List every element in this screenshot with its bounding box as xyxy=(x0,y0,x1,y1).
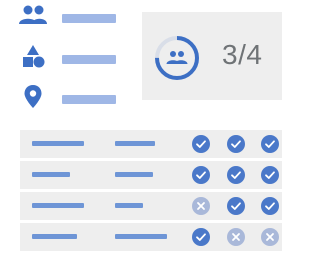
row-text-bar xyxy=(32,141,84,146)
legend-bar-location xyxy=(62,95,116,104)
people-icon xyxy=(18,4,48,30)
legend-bar-shapes xyxy=(62,55,116,64)
check-circle-icon xyxy=(192,228,210,246)
check-circle-icon xyxy=(261,197,279,215)
status-table xyxy=(20,130,282,254)
table-row xyxy=(20,161,282,189)
row-text-bar xyxy=(32,234,77,239)
cross-circle-icon xyxy=(227,228,245,246)
check-circle-icon xyxy=(261,166,279,184)
table-row xyxy=(20,192,282,220)
check-circle-icon xyxy=(227,197,245,215)
cross-circle-icon xyxy=(192,197,210,215)
check-circle-icon xyxy=(192,166,210,184)
row-text-bar xyxy=(115,203,143,208)
summary-value: 3/4 xyxy=(222,39,263,70)
table-row xyxy=(20,130,282,158)
table-row xyxy=(20,223,282,251)
shapes-icon xyxy=(18,44,48,70)
row-text-bar xyxy=(115,234,167,239)
row-text-bar xyxy=(32,203,84,208)
progress-ring xyxy=(153,34,201,82)
cross-circle-icon xyxy=(261,228,279,246)
check-circle-icon xyxy=(192,135,210,153)
summary-card: 3/4 xyxy=(142,12,282,100)
check-circle-icon xyxy=(261,135,279,153)
check-circle-icon xyxy=(227,166,245,184)
row-text-bar xyxy=(32,172,70,177)
row-text-bar xyxy=(115,141,155,146)
people-icon xyxy=(166,51,188,64)
location-pin-icon xyxy=(18,84,48,110)
row-text-bar xyxy=(115,172,153,177)
check-circle-icon xyxy=(227,135,245,153)
legend-bar-people xyxy=(62,14,116,23)
